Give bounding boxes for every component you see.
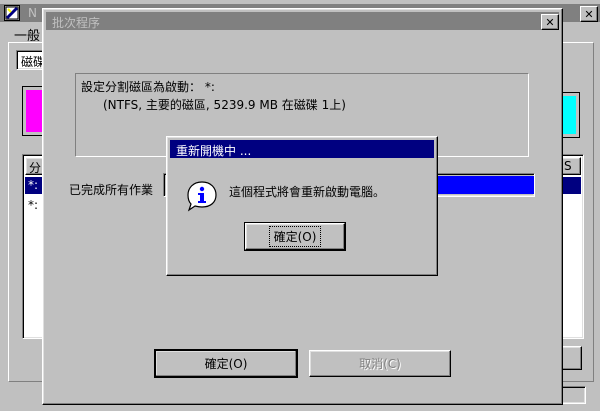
app-icon — [4, 5, 20, 21]
status-text: 已完成所有作業 — [69, 183, 154, 197]
info-icon — [185, 179, 219, 213]
list-row-text: *: — [28, 198, 39, 212]
restart-dialog-title: 重新開機中 ... — [176, 144, 252, 158]
restart-dialog-titlebar: 重新開機中 ... — [170, 140, 434, 158]
list-header-left: 分 — [29, 161, 42, 175]
background-close-button[interactable]: ✕ — [580, 6, 598, 22]
batch-dialog-title: 批次程序 — [52, 16, 101, 30]
cancel-button[interactable]: 取消(C) — [309, 350, 451, 377]
ok-button-label: 確定(O) — [204, 357, 248, 371]
restart-ok-button-label: 確定(O) — [268, 226, 322, 247]
list-header-right: S — [564, 159, 572, 173]
restart-ok-button[interactable]: 確定(O) — [244, 222, 346, 251]
batch-dialog-titlebar: 批次程序 ✕ — [46, 12, 559, 30]
close-icon: ✕ — [545, 15, 555, 29]
batch-dialog-close-button[interactable]: ✕ — [541, 14, 559, 30]
background-window-title: N — [28, 6, 37, 20]
cancel-button-label: 取消(C) — [359, 357, 401, 371]
restart-dialog: 重新開機中 ... 這個程式將會重新啟動電腦。 確定(O) — [166, 136, 438, 276]
info-line-2: (NTFS, 主要的磁區, 5239.9 MB 在磁碟 1上) — [103, 98, 346, 112]
list-row-text: *: — [28, 178, 39, 192]
restart-message: 這個程式將會重新啟動電腦。 — [229, 185, 386, 199]
info-line-1: 設定分割磁區為啟動： *: — [81, 80, 215, 94]
close-icon: ✕ — [584, 7, 594, 21]
ok-button[interactable]: 確定(O) — [154, 349, 298, 378]
